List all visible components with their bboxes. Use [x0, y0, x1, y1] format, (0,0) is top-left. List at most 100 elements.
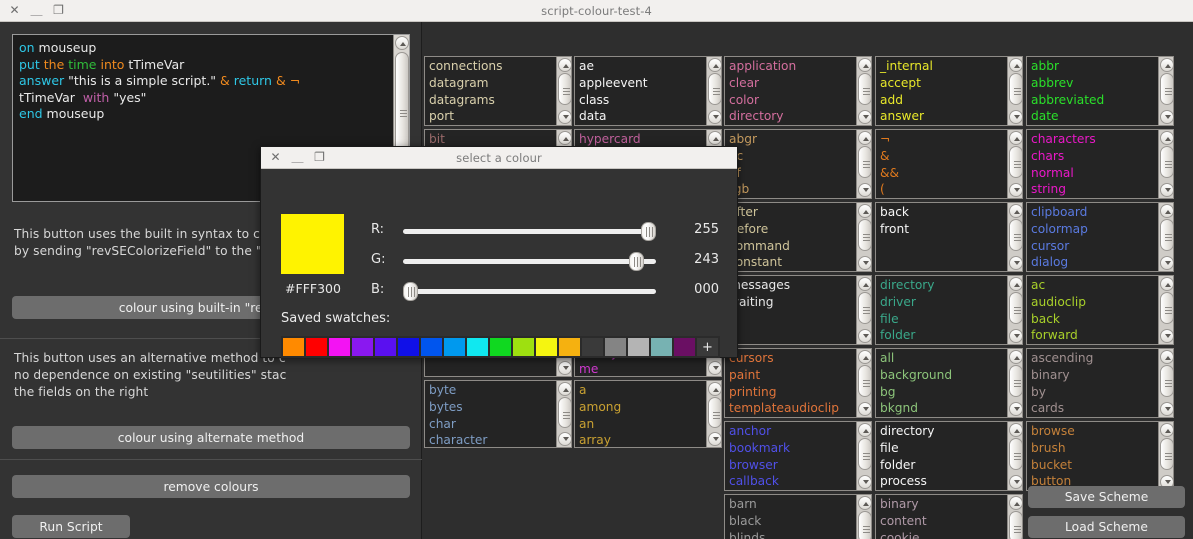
run-script-button[interactable]: Run Script: [12, 515, 130, 538]
list-item[interactable]: driver: [880, 294, 1003, 311]
list-item[interactable]: among: [579, 399, 702, 416]
list-item[interactable]: normal: [1031, 165, 1154, 182]
list-item[interactable]: clipboard: [1031, 204, 1154, 221]
scrollbar-thumb[interactable]: [858, 511, 871, 539]
list-item[interactable]: datagrams: [429, 92, 552, 109]
keyword-list[interactable]: directory file folder process: [875, 421, 1023, 491]
list-item[interactable]: before: [729, 221, 852, 238]
keyword-list[interactable]: ac audioclip back forward: [1026, 275, 1174, 345]
saved-swatch[interactable]: [305, 337, 328, 357]
scrollbar-thumb[interactable]: [1009, 365, 1022, 397]
slider-track[interactable]: [403, 289, 656, 294]
list-item[interactable]: an: [579, 416, 702, 433]
scroll-down-icon[interactable]: [708, 361, 721, 375]
list-item[interactable]: command: [729, 238, 852, 255]
keyword-list[interactable]: ¬ & &&(: [875, 129, 1023, 199]
list-item[interactable]: browser: [729, 457, 852, 474]
scroll-up-icon[interactable]: [1009, 277, 1022, 291]
list-item[interactable]: connections: [429, 58, 552, 75]
list-item[interactable]: byte: [429, 382, 552, 399]
list-item[interactable]: process: [880, 473, 1003, 490]
list-item[interactable]: port: [429, 108, 552, 125]
list-item[interactable]: anchor: [729, 423, 852, 440]
list-scrollbar[interactable]: [856, 495, 871, 539]
colour-alternate-button[interactable]: colour using alternate method: [12, 426, 410, 449]
list-item[interactable]: directory: [729, 108, 852, 125]
saved-swatch[interactable]: [397, 337, 420, 357]
list-scrollbar[interactable]: [706, 57, 721, 125]
list-item[interactable]: background: [880, 367, 1003, 384]
list-item[interactable]: rgb: [729, 181, 852, 198]
scroll-down-icon[interactable]: [858, 475, 871, 489]
scroll-up-icon[interactable]: [858, 423, 871, 437]
saved-swatch[interactable]: [650, 337, 673, 357]
scroll-up-icon[interactable]: [1009, 423, 1022, 437]
saved-swatch[interactable]: [374, 337, 397, 357]
list-scrollbar[interactable]: [1007, 276, 1022, 344]
list-scrollbar[interactable]: [1007, 422, 1022, 490]
scroll-up-icon[interactable]: [1160, 58, 1173, 72]
add-swatch-button[interactable]: +: [696, 337, 719, 357]
saved-swatch[interactable]: [420, 337, 443, 357]
list-item[interactable]: paint: [729, 367, 852, 384]
scrollbar-thumb[interactable]: [708, 73, 721, 105]
list-item[interactable]: abgr: [729, 131, 852, 148]
scroll-up-icon[interactable]: [858, 131, 871, 145]
slider-knob[interactable]: [629, 252, 644, 271]
scroll-down-icon[interactable]: [1009, 402, 1022, 416]
list-item[interactable]: printing: [729, 384, 852, 401]
keyword-list[interactable]: connections datagram datagrams port: [424, 56, 572, 126]
scrollbar-thumb[interactable]: [1160, 219, 1173, 251]
keyword-list[interactable]: application clear color directory: [724, 56, 872, 126]
saved-swatch[interactable]: [535, 337, 558, 357]
list-scrollbar[interactable]: [856, 422, 871, 490]
scrollbar-thumb[interactable]: [1009, 219, 1022, 251]
scroll-up-icon[interactable]: [1160, 131, 1173, 145]
scrollbar-thumb[interactable]: [1160, 365, 1173, 397]
slider-track[interactable]: [403, 259, 656, 264]
list-item[interactable]: data: [579, 108, 702, 125]
list-item[interactable]: binary: [1031, 367, 1154, 384]
keyword-list[interactable]: characters chars normal string: [1026, 129, 1174, 199]
scrollbar-thumb[interactable]: [1160, 438, 1173, 470]
scroll-up-icon[interactable]: [858, 496, 871, 510]
scrollbar-thumb[interactable]: [1009, 73, 1022, 105]
list-item[interactable]: forward: [1031, 327, 1154, 344]
list-item[interactable]: ¬: [880, 131, 1003, 148]
scroll-up-icon[interactable]: [708, 382, 721, 396]
list-scrollbar[interactable]: [1007, 495, 1022, 539]
list-item[interactable]: cards: [1031, 400, 1154, 417]
list-item[interactable]: _internal: [880, 58, 1003, 75]
list-item[interactable]: back: [880, 204, 1003, 221]
scrollbar-thumb[interactable]: [1009, 438, 1022, 470]
list-item[interactable]: callback: [729, 473, 852, 490]
slider-track[interactable]: [403, 229, 656, 234]
saved-swatch[interactable]: [351, 337, 374, 357]
keyword-list[interactable]: browse brush bucket button: [1026, 421, 1174, 491]
remove-colours-button[interactable]: remove colours: [12, 475, 410, 498]
saved-swatch[interactable]: [282, 337, 305, 357]
scroll-down-icon[interactable]: [1160, 329, 1173, 343]
list-item[interactable]: a: [579, 382, 702, 399]
scroll-up-icon[interactable]: [1160, 350, 1173, 364]
list-item[interactable]: char: [429, 416, 552, 433]
keyword-list[interactable]: after before command constant: [724, 202, 872, 272]
list-item[interactable]: bkgnd: [880, 400, 1003, 417]
list-item[interactable]: bookmark: [729, 440, 852, 457]
list-item[interactable]: waiting: [729, 294, 852, 311]
keyword-list[interactable]: ae appleevent class data: [574, 56, 722, 126]
list-item[interactable]: front: [880, 221, 1003, 238]
list-item[interactable]: cookie: [880, 530, 1003, 539]
keyword-list[interactable]: all background bg bkgnd: [875, 348, 1023, 418]
scrollbar-thumb[interactable]: [858, 292, 871, 324]
scroll-down-icon[interactable]: [558, 432, 571, 446]
saved-swatch[interactable]: [489, 337, 512, 357]
list-item[interactable]: class: [579, 92, 702, 109]
scroll-down-icon[interactable]: [858, 329, 871, 343]
saved-swatch[interactable]: [466, 337, 489, 357]
scrollbar-thumb[interactable]: [1009, 146, 1022, 178]
list-scrollbar[interactable]: [1158, 203, 1173, 271]
scrollbar-thumb[interactable]: [858, 146, 871, 178]
list-item[interactable]: dialog: [1031, 254, 1154, 271]
keyword-list[interactable]: barnblackblindsbottom: [724, 494, 872, 539]
